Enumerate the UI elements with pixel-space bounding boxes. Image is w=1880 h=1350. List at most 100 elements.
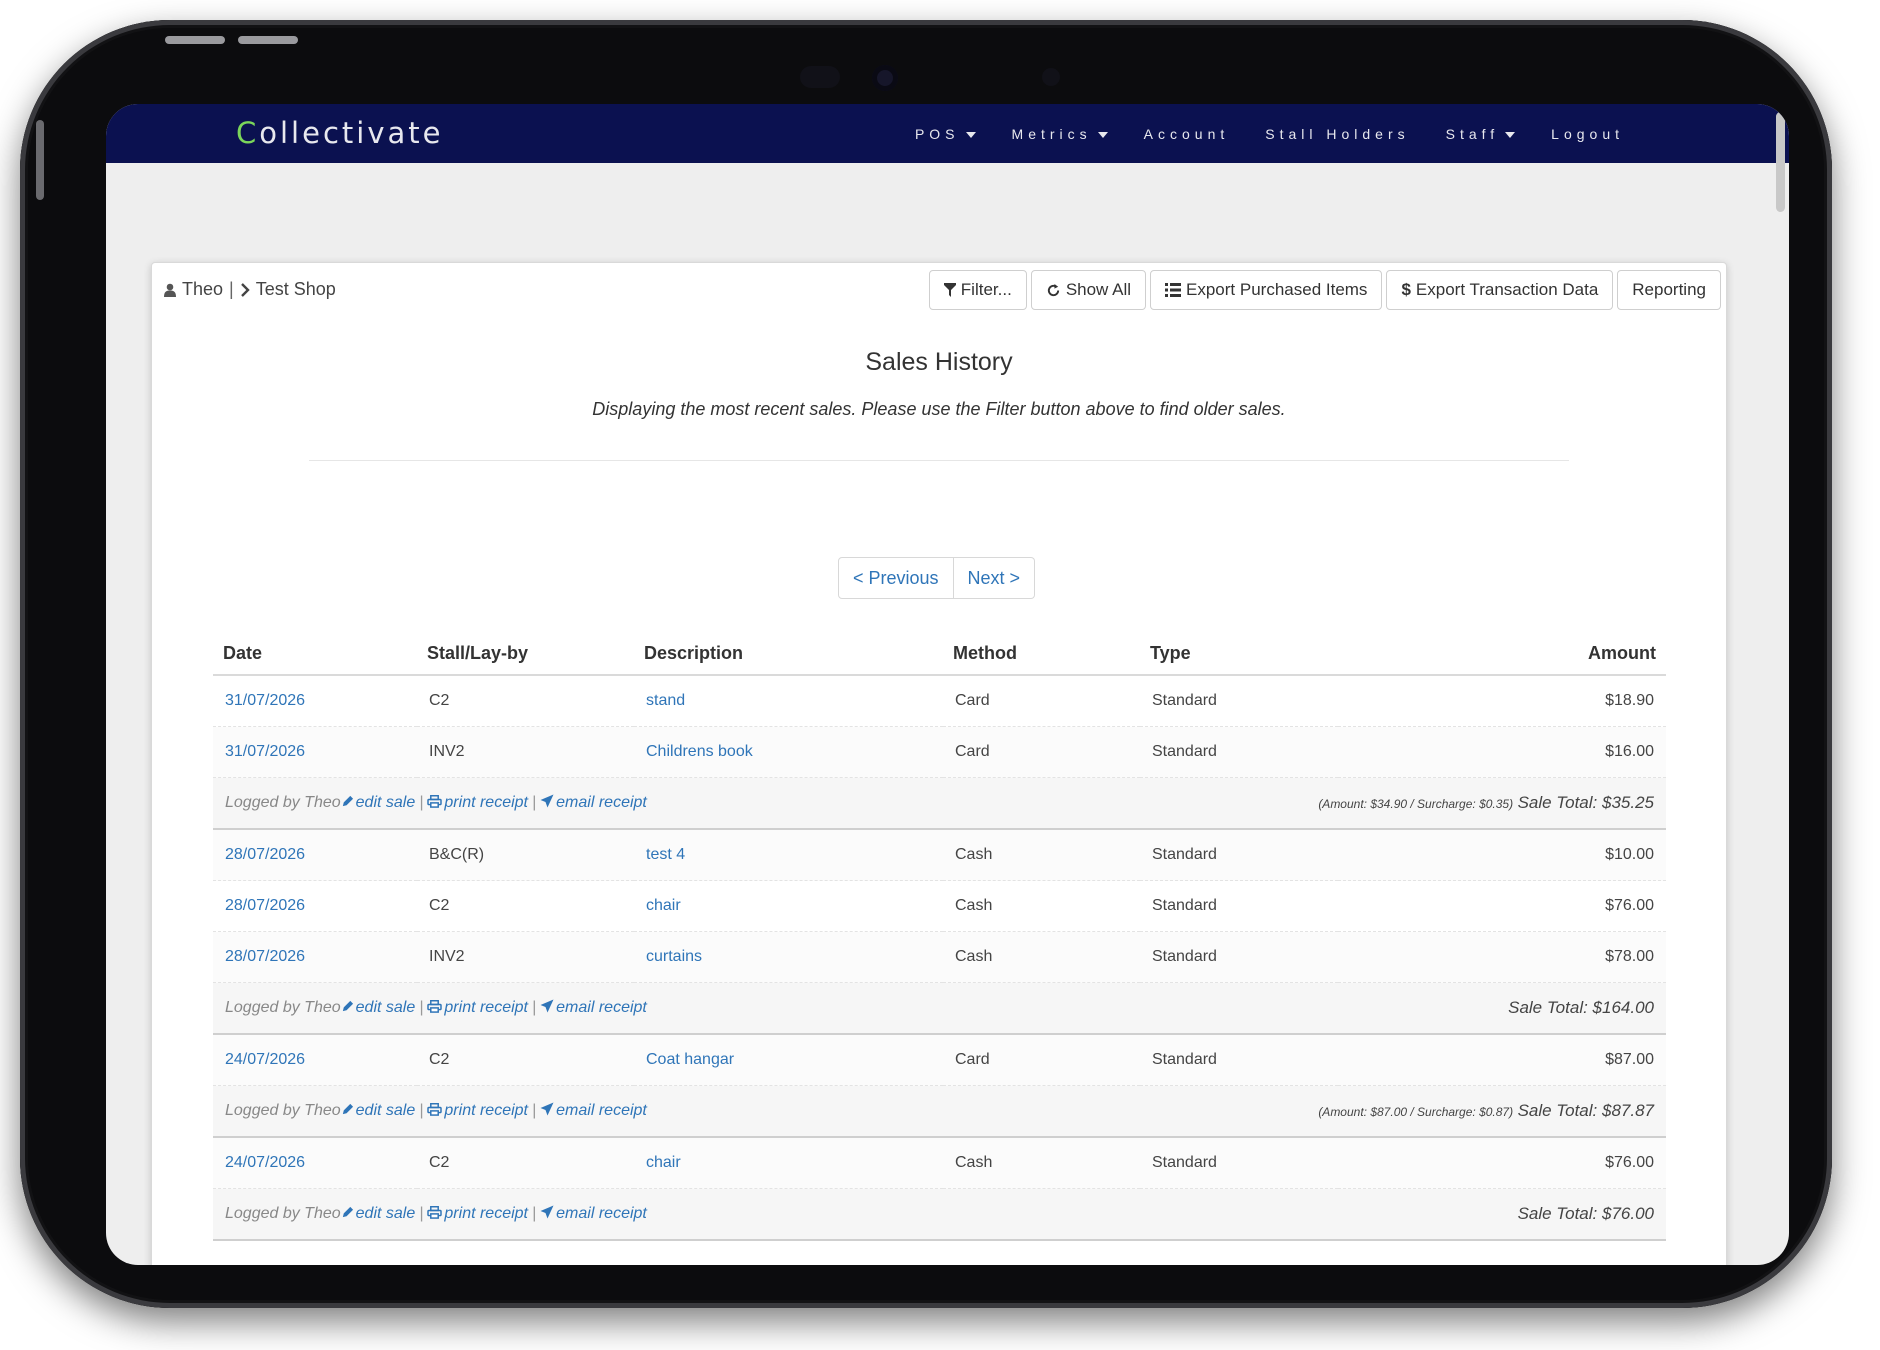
nav-item-staff[interactable]: Staff (1446, 126, 1516, 142)
pencil-icon (342, 1206, 353, 1218)
print-receipt-link[interactable]: print receipt (427, 1102, 528, 1119)
sale-total: Sale Total: $87.87 (1517, 1101, 1654, 1120)
export-purchased-items-button[interactable]: Export Purchased Items (1150, 270, 1383, 310)
item-description-link[interactable]: test 4 (646, 846, 685, 863)
cell-description: chair (634, 880, 943, 932)
item-description-link[interactable]: Coat hangar (646, 1051, 734, 1068)
cell-date: 31/07/2026 (213, 674, 417, 727)
edit-sale-label: edit sale (355, 1102, 416, 1119)
export-transaction-data-button[interactable]: $ Export Transaction Data (1386, 270, 1614, 310)
email-receipt-link[interactable]: email receipt (540, 999, 647, 1016)
cell-description: curtains (634, 931, 943, 983)
filter-button[interactable]: Filter... (928, 270, 1027, 310)
scrollbar[interactable] (1776, 112, 1785, 212)
surcharge-note: (Amount: $87.00 / Surcharge: $0.87) (1318, 1105, 1514, 1119)
cell-type: Standard (1140, 880, 1338, 932)
edit-sale-link[interactable]: edit sale (341, 794, 416, 811)
tablet-device-frame: Collectivate POS Metrics Account Stall Hold… (20, 20, 1832, 1308)
brand-logo[interactable]: Collectivate (236, 116, 443, 150)
caret-down-icon (1097, 131, 1108, 138)
side-button (36, 120, 44, 200)
sale-date-link[interactable]: 24/07/2026 (225, 1154, 305, 1171)
pagination: < Previous Next > (838, 557, 1036, 599)
breadcrumb-shop[interactable]: Test Shop (256, 279, 336, 300)
sale-date-link[interactable]: 28/07/2026 (225, 948, 305, 965)
nav-item-label: Logout (1551, 125, 1624, 142)
camera-sensor (800, 66, 840, 88)
email-receipt-link[interactable]: email receipt (540, 1205, 647, 1222)
print-receipt-link[interactable]: print receipt (427, 794, 528, 811)
edit-sale-link[interactable]: edit sale (341, 1205, 416, 1222)
item-description-link[interactable]: chair (646, 897, 681, 914)
print-receipt-link[interactable]: print receipt (427, 1205, 528, 1222)
item-description-link[interactable]: stand (646, 692, 685, 709)
separator: | (532, 794, 537, 811)
cell-method: Card (943, 726, 1140, 778)
edit-sale-label: edit sale (355, 794, 416, 811)
sale-date-link[interactable]: 28/07/2026 (225, 897, 305, 914)
print-icon (427, 1206, 443, 1219)
item-description-link[interactable]: chair (646, 1154, 681, 1171)
nav-item-metrics[interactable]: Metrics (1012, 126, 1108, 142)
column-header: Stall/Lay-by (417, 631, 634, 676)
nav-item-label: Account (1143, 125, 1230, 142)
cell-method: Cash (943, 931, 1140, 983)
cell-method: Cash (943, 828, 1140, 881)
previous-page-button[interactable]: < Previous (838, 557, 954, 599)
cell-description: test 4 (634, 828, 943, 881)
logged-by: Logged by Theo (225, 999, 341, 1016)
print-icon (427, 1000, 443, 1013)
cell-method: Cash (943, 880, 1140, 932)
surcharge-note: (Amount: $34.90 / Surcharge: $0.35) (1318, 797, 1514, 811)
sale-date-link[interactable]: 24/07/2026 (225, 1051, 305, 1068)
column-header: Date (213, 631, 417, 676)
edit-sale-label: edit sale (355, 1205, 416, 1222)
breadcrumb-user[interactable]: Theo (182, 279, 223, 300)
sale-actions: Logged by Theo edit sale | print receipt | em… (213, 982, 1140, 1035)
nav-item-stall-holders[interactable]: Stall Holders (1265, 126, 1409, 142)
nav-item-pos[interactable]: POS (915, 126, 976, 142)
table-header-row: Date Stall/Lay-by Description Method Type Amo… (213, 631, 1666, 676)
chevron-right-icon (240, 282, 250, 297)
logged-by: Logged by Theo (225, 1102, 341, 1119)
nav-item-account[interactable]: Account (1144, 126, 1230, 142)
nav-item-logout[interactable]: Logout (1551, 126, 1624, 142)
sale-total: Sale Total: $35.25 (1517, 793, 1654, 812)
table-row: 28/07/2026 C2 chair Cash Standard $76.00 (213, 880, 1666, 932)
sale-date-link[interactable]: 28/07/2026 (225, 846, 305, 863)
separator: | (532, 999, 537, 1016)
edit-sale-link[interactable]: edit sale (341, 999, 415, 1016)
email-receipt-link[interactable]: email receipt (540, 1102, 647, 1119)
logged-by: Logged by Theo (225, 794, 341, 811)
sale-date-link[interactable]: 31/07/2026 (225, 692, 305, 709)
email-receipt-link[interactable]: email receipt (540, 794, 647, 811)
cell-method: Card (943, 674, 1140, 727)
print-receipt-link[interactable]: print receipt (427, 999, 528, 1016)
email-receipt-label: email receipt (556, 1205, 647, 1222)
sale-summary-row: Logged by Theo edit sale | print receipt | em… (213, 982, 1666, 1035)
sale-date-link[interactable]: 31/07/2026 (225, 743, 305, 760)
next-page-button[interactable]: Next > (953, 557, 1036, 599)
toolbar: Filter... Show All Export Purchased Item… (928, 270, 1721, 310)
reporting-button[interactable]: Reporting (1617, 270, 1721, 310)
sale-summary-row: Logged by Theo edit sale | print receipt | em… (213, 1188, 1666, 1241)
brand-logo-initial: C (236, 116, 260, 150)
sale-summary-row: Logged by Theo edit sale | print receipt | em… (213, 777, 1666, 830)
caret-down-icon (965, 131, 976, 138)
table-row: 28/07/2026 B&C(R) test 4 Cash Standard $10.00 (213, 828, 1666, 881)
print-receipt-label: print receipt (444, 999, 528, 1016)
cell-description: chair (634, 1136, 943, 1189)
separator: | (419, 1205, 424, 1222)
cell-stall: INV2 (417, 726, 634, 778)
show-all-button[interactable]: Show All (1030, 270, 1147, 310)
item-description-link[interactable]: curtains (646, 948, 702, 965)
pencil-icon (342, 1103, 353, 1115)
send-icon (540, 999, 554, 1013)
send-icon (540, 1102, 554, 1116)
cell-date: 28/07/2026 (213, 828, 417, 881)
send-icon (540, 794, 554, 808)
item-description-link[interactable]: Childrens book (646, 743, 753, 760)
brand-logo-text: ollectivate (259, 116, 444, 150)
column-header: Amount (1338, 631, 1666, 676)
edit-sale-link[interactable]: edit sale (341, 1102, 416, 1119)
